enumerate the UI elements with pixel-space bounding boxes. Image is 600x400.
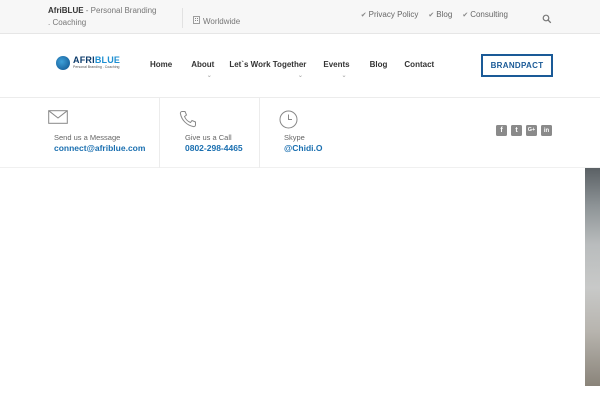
google-plus-icon[interactable]: G+ xyxy=(526,125,537,136)
contact-divider xyxy=(259,98,260,168)
phone-link[interactable]: 0802-298-4465 xyxy=(185,143,243,153)
chevron-down-icon: ⌄ xyxy=(206,73,212,79)
nav-item-contact[interactable]: Contact xyxy=(404,60,434,69)
contact-divider xyxy=(159,98,160,168)
top-links: ✔ Privacy Policy ✔ Blog ✔ Consulting xyxy=(361,10,508,19)
twitter-icon[interactable]: t xyxy=(511,125,522,136)
logo-globe-icon xyxy=(56,56,70,70)
check-icon: ✔ xyxy=(462,12,469,19)
nav-item-lets-work-together[interactable]: Let`s Work Together ⌄ xyxy=(229,60,307,79)
brandpact-button[interactable]: BRANDPACT xyxy=(481,54,553,77)
logo-part-blue: BLUE xyxy=(94,55,121,65)
logo-part-afri: AFRI xyxy=(73,55,95,65)
logo-subtitle: Personal Branding . Coaching xyxy=(73,65,120,69)
location-info: Worldwide xyxy=(193,16,240,26)
contact-strip: Send us a Message connect@afriblue.com G… xyxy=(0,98,600,168)
nav-item-events[interactable]: Events ⌄ xyxy=(323,60,350,79)
check-icon: ✔ xyxy=(428,12,435,19)
nav-label: Blog xyxy=(369,60,388,69)
linkedin-icon[interactable]: in xyxy=(541,125,552,136)
toplink-privacy-policy[interactable]: ✔ Privacy Policy xyxy=(361,10,419,19)
logo-wordmark: AFRIBLUE xyxy=(73,56,120,65)
toplink-label: Consulting xyxy=(470,10,508,19)
phone-icon xyxy=(179,110,197,133)
chevron-down-icon: ⌄ xyxy=(297,73,303,79)
main-header: AFRIBLUE Personal Branding . Coaching Ho… xyxy=(0,34,600,98)
slider-image-edge xyxy=(585,168,600,386)
top-bar: AfriBLUE - Personal Branding . Coaching … xyxy=(0,0,600,34)
site-logo[interactable]: AFRIBLUE Personal Branding . Coaching xyxy=(56,56,120,70)
nav-label: Home xyxy=(150,60,173,69)
search-icon[interactable] xyxy=(542,11,552,24)
nav-item-home[interactable]: Home xyxy=(150,60,172,69)
location-text: Worldwide xyxy=(203,16,241,26)
toplink-label: Privacy Policy xyxy=(368,10,419,19)
site-tagline: AfriBLUE - Personal Branding . Coaching xyxy=(48,5,158,29)
clock-icon xyxy=(279,110,298,134)
contact-label: Send us a Message xyxy=(54,133,121,142)
check-icon: ✔ xyxy=(360,12,367,19)
main-nav: Home About ⌄ Let`s Work Together ⌄ Events ⌄… xyxy=(150,60,434,79)
skype-link[interactable]: @Chidi.O xyxy=(284,143,323,153)
nav-item-about[interactable]: About ⌄ xyxy=(191,60,215,79)
toplink-consulting[interactable]: ✔ Consulting xyxy=(462,10,508,19)
nav-label: Events xyxy=(323,60,350,69)
nav-label: Contact xyxy=(404,60,435,69)
topbar-divider xyxy=(182,8,183,28)
toplink-label: Blog xyxy=(436,10,453,19)
contact-label: Give us a Call xyxy=(185,133,232,142)
social-icons: f t G+ in xyxy=(496,125,552,136)
building-icon xyxy=(193,16,200,26)
toplink-blog[interactable]: ✔ Blog xyxy=(428,10,452,19)
nav-label: Let`s Work Together xyxy=(229,60,307,69)
contact-label: Skype xyxy=(284,133,305,142)
tagline-brand: AfriBLUE xyxy=(48,6,84,15)
hero-slider xyxy=(0,168,600,400)
email-link[interactable]: connect@afriblue.com xyxy=(54,143,145,153)
nav-label: About xyxy=(191,60,215,69)
facebook-icon[interactable]: f xyxy=(496,125,507,136)
chevron-down-icon: ⌄ xyxy=(341,73,347,79)
envelope-icon xyxy=(48,110,68,129)
nav-item-blog[interactable]: Blog xyxy=(370,60,388,69)
